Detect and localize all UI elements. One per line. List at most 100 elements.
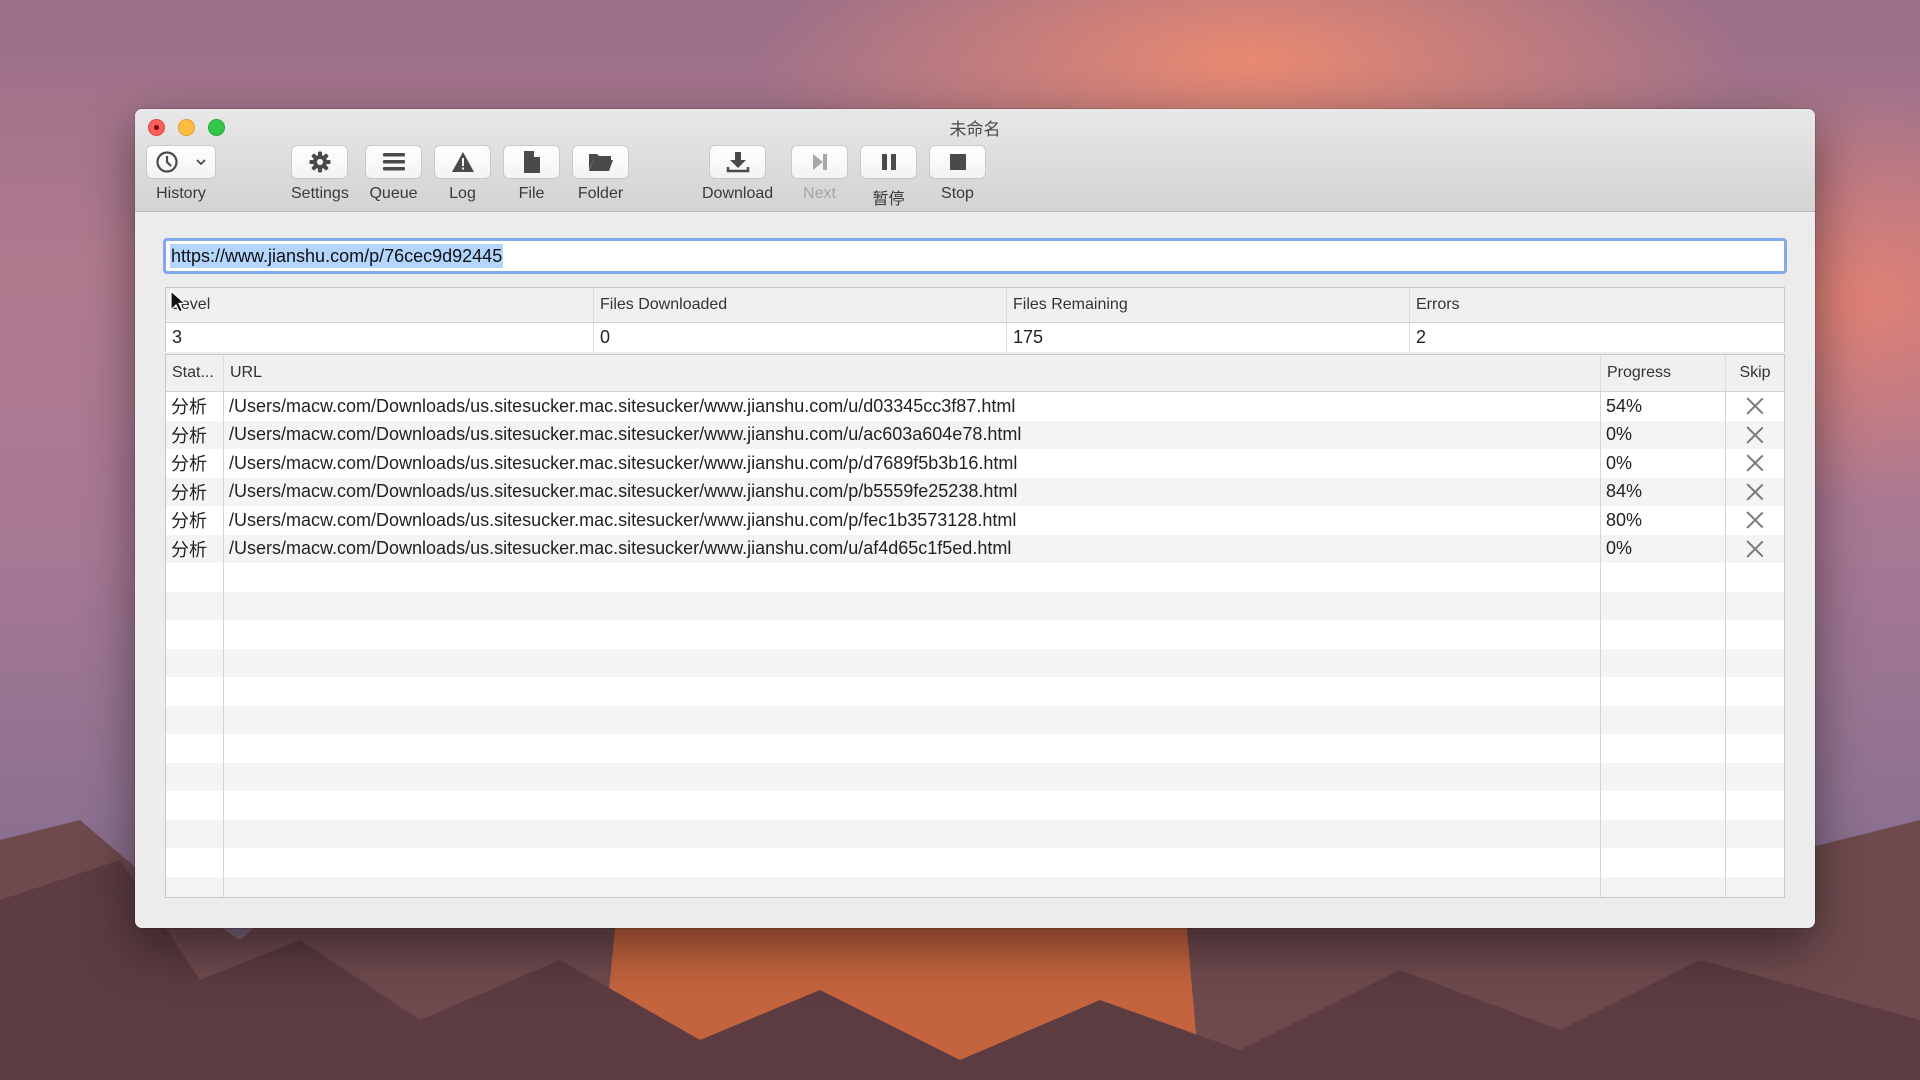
file-toolbar-item: File: [503, 145, 560, 203]
queue-row-skip-cell: [1726, 535, 1784, 564]
queue-row-skip-cell: [1726, 506, 1784, 535]
queue-body: 分析/Users/macw.com/Downloads/us.sitesucke…: [166, 392, 1784, 898]
queue-empty-row: [166, 734, 1784, 763]
stats-header-files-downloaded[interactable]: Files Downloaded: [594, 288, 1007, 322]
history-button[interactable]: [146, 145, 216, 179]
settings-toolbar-item: Settings: [291, 145, 349, 203]
empty-cell: [1726, 848, 1784, 877]
download-icon: [726, 152, 749, 173]
queue-row-progress: 0%: [1601, 534, 1726, 563]
empty-cell: [166, 791, 224, 820]
queue-row[interactable]: 分析/Users/macw.com/Downloads/us.sitesucke…: [166, 477, 1784, 507]
queue-table: Stat... URL Progress Skip 分析/Users/macw.…: [165, 354, 1785, 898]
url-input-value[interactable]: https://www.jianshu.com/p/76cec9d92445: [170, 244, 504, 268]
queue-row-status: 分析: [166, 449, 224, 478]
empty-cell: [224, 677, 1601, 706]
queue-empty-row: [166, 876, 1784, 898]
empty-cell: [224, 762, 1601, 791]
next-label: Next: [803, 185, 836, 202]
queue-row-url: /Users/macw.com/Downloads/us.sitesucker.…: [224, 449, 1601, 478]
queue-row-skip-cell: [1726, 478, 1784, 507]
empty-cell: [166, 620, 224, 649]
empty-cell: [166, 819, 224, 848]
queue-empty-row: [166, 648, 1784, 677]
empty-cell: [166, 876, 224, 897]
queue-row-progress: 0%: [1601, 449, 1726, 478]
empty-cell: [1601, 620, 1726, 649]
stop-button[interactable]: [929, 145, 986, 179]
folder-label: Folder: [577, 185, 624, 202]
empty-cell: [1726, 734, 1784, 763]
queue-header-status[interactable]: Stat...: [166, 355, 224, 391]
queue-empty-row: [166, 620, 1784, 649]
queue-row-skip-cell: [1726, 421, 1784, 450]
queue-row[interactable]: 分析/Users/macw.com/Downloads/us.sitesucke…: [166, 392, 1784, 421]
empty-cell: [166, 563, 224, 592]
stats-files-downloaded-value: 0: [594, 323, 1007, 352]
queue-row-skip-cell: [1726, 449, 1784, 478]
download-button[interactable]: [709, 145, 767, 179]
empty-cell: [1726, 820, 1784, 849]
queue-header-url[interactable]: URL: [224, 355, 1601, 391]
skip-close-icon[interactable]: [1746, 426, 1764, 444]
queue-label: Queue: [369, 185, 418, 202]
queue-row-progress: 54%: [1601, 392, 1726, 421]
queue-header-skip[interactable]: Skip: [1726, 355, 1784, 391]
empty-cell: [166, 677, 224, 706]
chevron-down-icon[interactable]: [195, 156, 207, 168]
pause-button[interactable]: [860, 145, 917, 179]
empty-cell: [1726, 877, 1784, 898]
empty-cell: [224, 734, 1601, 763]
empty-cell: [166, 705, 224, 734]
settings-button[interactable]: [291, 145, 349, 179]
skip-close-icon[interactable]: [1746, 483, 1764, 501]
stop-icon: [949, 154, 966, 170]
empty-cell: [1726, 763, 1784, 792]
clock-icon: [156, 151, 178, 173]
empty-cell: [1726, 563, 1784, 592]
queue-toolbar-item: Queue: [365, 145, 422, 203]
stats-value-row: 3 0 175 2: [166, 323, 1784, 352]
empty-cell: [1726, 677, 1784, 706]
queue-row-progress: 80%: [1601, 506, 1726, 535]
empty-cell: [224, 648, 1601, 677]
stats-table: Level Files Downloaded Files Remaining E…: [165, 287, 1785, 352]
empty-cell: [224, 563, 1601, 592]
empty-cell: [224, 848, 1601, 877]
empty-cell: [166, 591, 224, 620]
toolbar: 未命名 History Settings Queue Log File Fold…: [135, 109, 1815, 212]
stats-header-level[interactable]: Level: [166, 288, 594, 322]
queue-button[interactable]: [365, 145, 422, 179]
queue-row-url: /Users/macw.com/Downloads/us.sitesucker.…: [224, 477, 1601, 506]
warning-icon: [451, 152, 474, 172]
queue-row[interactable]: 分析/Users/macw.com/Downloads/us.sitesucke…: [166, 449, 1784, 478]
stats-header-files-remaining[interactable]: Files Remaining: [1007, 288, 1410, 322]
queue-row-status: 分析: [166, 420, 224, 449]
pause-toolbar-item: 暂停: [860, 145, 917, 209]
queue-empty-row: [166, 762, 1784, 792]
skip-next-icon: [812, 154, 827, 170]
queue-header-progress[interactable]: Progress: [1601, 355, 1726, 391]
skip-close-icon[interactable]: [1746, 540, 1764, 558]
skip-close-icon[interactable]: [1746, 511, 1764, 529]
empty-cell: [166, 848, 224, 877]
empty-cell: [1726, 592, 1784, 621]
queue-row-progress: 84%: [1601, 477, 1726, 506]
queue-row[interactable]: 分析/Users/macw.com/Downloads/us.sitesucke…: [166, 420, 1784, 450]
log-button[interactable]: [434, 145, 491, 179]
skip-close-icon[interactable]: [1746, 397, 1764, 415]
folder-button[interactable]: [572, 145, 629, 179]
file-icon: [523, 151, 540, 173]
next-toolbar-item: Next: [791, 145, 848, 203]
file-label: File: [518, 185, 545, 202]
stats-header-errors[interactable]: Errors: [1410, 288, 1784, 322]
next-button[interactable]: [791, 145, 848, 179]
file-button[interactable]: [503, 145, 560, 179]
queue-empty-row: [166, 677, 1784, 706]
queue-row[interactable]: 分析/Users/macw.com/Downloads/us.sitesucke…: [166, 506, 1784, 535]
url-input[interactable]: https://www.jianshu.com/p/76cec9d92445: [163, 238, 1787, 274]
queue-row[interactable]: 分析/Users/macw.com/Downloads/us.sitesucke…: [166, 534, 1784, 564]
list-icon: [382, 153, 405, 171]
mouse-cursor-icon: [170, 290, 186, 313]
skip-close-icon[interactable]: [1746, 454, 1764, 472]
